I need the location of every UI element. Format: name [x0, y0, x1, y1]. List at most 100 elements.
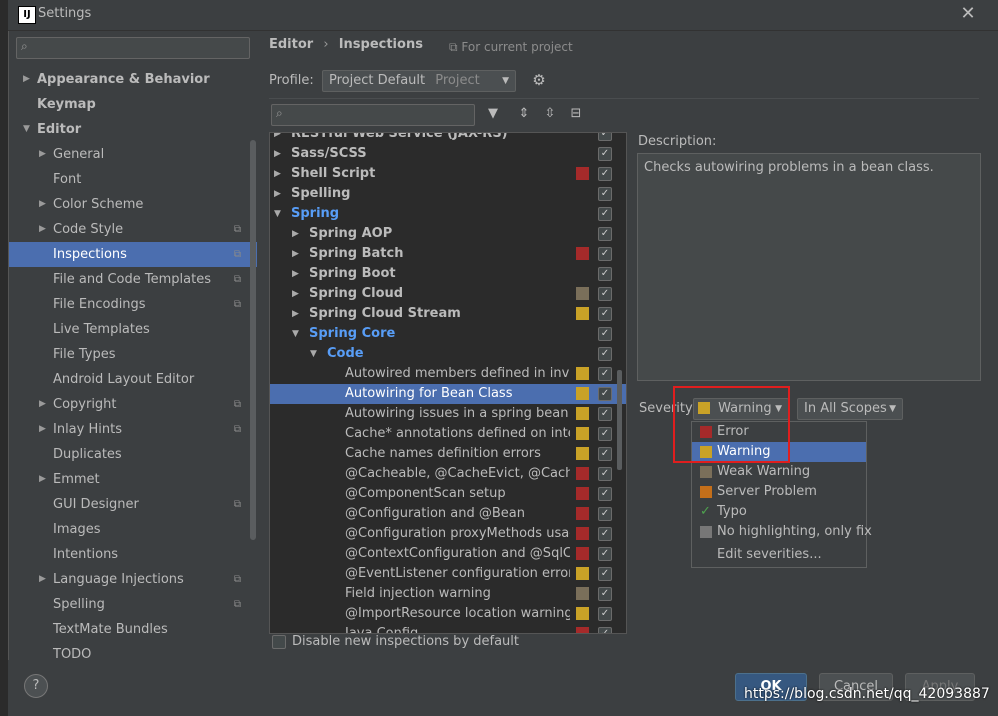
inspection-row[interactable]: ▼ Code ✓ — [270, 344, 626, 364]
severity-option-typo[interactable]: ✓ Typo — [692, 502, 866, 522]
enabled-checkbox[interactable]: ✓ — [598, 307, 612, 321]
sidebar-item-textmate-bundles[interactable]: TextMate Bundles — [9, 617, 257, 642]
enabled-checkbox[interactable]: ✓ — [598, 567, 612, 581]
collapsed-arrow-icon[interactable]: ▶ — [39, 217, 46, 242]
enabled-checkbox[interactable]: ✓ — [598, 447, 612, 461]
enabled-checkbox[interactable]: ✓ — [598, 187, 612, 201]
enabled-checkbox[interactable]: ✓ — [598, 607, 612, 621]
inspection-row[interactable]: @EventListener configuration error ✓ — [270, 564, 626, 584]
inspection-row[interactable]: Cache names definition errors ✓ — [270, 444, 626, 464]
collapsed-arrow-icon[interactable]: ▶ — [292, 244, 299, 264]
enabled-checkbox[interactable]: ✓ — [598, 327, 612, 341]
inspection-row[interactable]: Autowired members defined in invalid Spr… — [270, 364, 626, 384]
sidebar-item-images[interactable]: Images — [9, 517, 257, 542]
disable-new-checkbox[interactable] — [272, 635, 286, 649]
inspection-row[interactable]: ▶ RESTful Web Service (JAX-RS) ✓ — [270, 133, 626, 144]
collapsed-arrow-icon[interactable]: ▶ — [274, 184, 281, 204]
severity-option-weak-warning[interactable]: Weak Warning — [692, 462, 866, 482]
sidebar-item-editor[interactable]: ▼ Editor — [9, 117, 257, 142]
collapsed-arrow-icon[interactable]: ▶ — [274, 144, 281, 164]
enabled-checkbox[interactable]: ✓ — [598, 387, 612, 401]
sidebar-item-color-scheme[interactable]: ▶ Color Scheme — [9, 192, 257, 217]
breadcrumb-editor[interactable]: Editor — [269, 37, 313, 52]
close-icon[interactable]: ✕ — [958, 3, 978, 25]
enabled-checkbox[interactable]: ✓ — [598, 207, 612, 221]
inspection-row[interactable]: ▶ Sass/SCSS ✓ — [270, 144, 626, 164]
inspection-row[interactable]: ▶ Shell Script ✓ — [270, 164, 626, 184]
inspection-row[interactable]: ▶ Spring AOP ✓ — [270, 224, 626, 244]
enabled-checkbox[interactable]: ✓ — [598, 487, 612, 501]
enabled-checkbox[interactable]: ✓ — [598, 467, 612, 481]
inspection-row[interactable]: Cache* annotations defined on interface ✓ — [270, 424, 626, 444]
inspection-search-input[interactable]: ⌕ — [271, 104, 475, 126]
sidebar-item-duplicates[interactable]: Duplicates — [9, 442, 257, 467]
inspection-row[interactable]: ▼ Spring ✓ — [270, 204, 626, 224]
enabled-checkbox[interactable]: ✓ — [598, 547, 612, 561]
inspection-row[interactable]: Autowiring issues in a spring bean class… — [270, 404, 626, 424]
collapsed-arrow-icon[interactable]: ▶ — [39, 142, 46, 167]
collapsed-arrow-icon[interactable]: ▶ — [292, 304, 299, 324]
sidebar-item-file-types[interactable]: File Types — [9, 342, 257, 367]
collapsed-arrow-icon[interactable]: ▶ — [39, 192, 46, 217]
inspection-row[interactable]: ▶ Spring Cloud ✓ — [270, 284, 626, 304]
inspection-row[interactable]: @ComponentScan setup ✓ — [270, 484, 626, 504]
help-button[interactable]: ? — [24, 674, 48, 698]
expanded-arrow-icon[interactable]: ▼ — [23, 117, 30, 142]
severity-option-server-problem[interactable]: Server Problem — [692, 482, 866, 502]
sidebar-item-font[interactable]: Font — [9, 167, 257, 192]
enabled-checkbox[interactable]: ✓ — [598, 367, 612, 381]
collapsed-arrow-icon[interactable]: ▶ — [23, 67, 30, 92]
sidebar-item-inlay-hints[interactable]: ▶ Inlay Hints ⧉ — [9, 417, 257, 442]
collapsed-arrow-icon[interactable]: ▶ — [292, 284, 299, 304]
expanded-arrow-icon[interactable]: ▼ — [292, 324, 299, 344]
sidebar-scrollbar[interactable] — [250, 140, 256, 540]
collapsed-arrow-icon[interactable]: ▶ — [274, 133, 281, 144]
sidebar-item-appearance-behavior[interactable]: ▶ Appearance & Behavior — [9, 67, 257, 92]
sidebar-item-inspections[interactable]: Inspections ⧉ — [9, 242, 257, 267]
sidebar-item-spelling[interactable]: Spelling ⧉ — [9, 592, 257, 617]
reset-icon[interactable]: ⊟ — [567, 104, 585, 124]
inspection-row[interactable]: Java Config ✓ — [270, 624, 626, 633]
collapsed-arrow-icon[interactable]: ▶ — [39, 567, 46, 592]
enabled-checkbox[interactable]: ✓ — [598, 247, 612, 261]
filter-icon[interactable]: ▼ — [484, 104, 502, 124]
enabled-checkbox[interactable]: ✓ — [598, 427, 612, 441]
enabled-checkbox[interactable]: ✓ — [598, 527, 612, 541]
enabled-checkbox[interactable]: ✓ — [598, 627, 612, 633]
inspection-row[interactable]: Autowiring for Bean Class ✓ — [270, 384, 626, 404]
enabled-checkbox[interactable]: ✓ — [598, 133, 612, 141]
inspection-row[interactable]: @Cacheable, @CacheEvict, @CachePut, @Cac… — [270, 464, 626, 484]
sidebar-item-live-templates[interactable]: Live Templates — [9, 317, 257, 342]
inspection-row[interactable]: ▶ Spring Batch ✓ — [270, 244, 626, 264]
collapsed-arrow-icon[interactable]: ▶ — [292, 264, 299, 284]
severity-option-edit-severities[interactable]: Edit severities... — [692, 545, 866, 565]
enabled-checkbox[interactable]: ✓ — [598, 227, 612, 241]
expanded-arrow-icon[interactable]: ▼ — [274, 204, 281, 224]
enabled-checkbox[interactable]: ✓ — [598, 407, 612, 421]
sidebar-item-intentions[interactable]: Intentions — [9, 542, 257, 567]
sidebar-search-input[interactable]: ⌕ — [16, 37, 250, 59]
sidebar-item-file-encodings[interactable]: File Encodings ⧉ — [9, 292, 257, 317]
collapsed-arrow-icon[interactable]: ▶ — [39, 467, 46, 492]
inspection-row[interactable]: ▼ Spring Core ✓ — [270, 324, 626, 344]
inspection-row[interactable]: ▶ Spring Boot ✓ — [270, 264, 626, 284]
enabled-checkbox[interactable]: ✓ — [598, 587, 612, 601]
sidebar-item-keymap[interactable]: Keymap — [9, 92, 257, 117]
scope-select[interactable]: In All Scopes ▼ — [797, 398, 903, 420]
sidebar-item-android-layout-editor[interactable]: Android Layout Editor — [9, 367, 257, 392]
collapsed-arrow-icon[interactable]: ▶ — [292, 224, 299, 244]
gear-icon[interactable]: ⚙ — [530, 71, 548, 91]
inspections-scrollbar[interactable] — [617, 370, 622, 470]
sidebar-item-general[interactable]: ▶ General — [9, 142, 257, 167]
enabled-checkbox[interactable]: ✓ — [598, 347, 612, 361]
enabled-checkbox[interactable]: ✓ — [598, 287, 612, 301]
sidebar-item-language-injections[interactable]: ▶ Language Injections ⧉ — [9, 567, 257, 592]
sidebar-item-todo[interactable]: TODO — [9, 642, 257, 660]
inspection-row[interactable]: @Configuration proxyMethods usage warnin… — [270, 524, 626, 544]
collapsed-arrow-icon[interactable]: ▶ — [274, 164, 281, 184]
severity-option-no-highlighting-only-fix[interactable]: No highlighting, only fix — [692, 522, 872, 542]
inspection-row[interactable]: ▶ Spelling ✓ — [270, 184, 626, 204]
sidebar-item-code-style[interactable]: ▶ Code Style ⧉ — [9, 217, 257, 242]
sidebar-item-gui-designer[interactable]: GUI Designer ⧉ — [9, 492, 257, 517]
enabled-checkbox[interactable]: ✓ — [598, 167, 612, 181]
